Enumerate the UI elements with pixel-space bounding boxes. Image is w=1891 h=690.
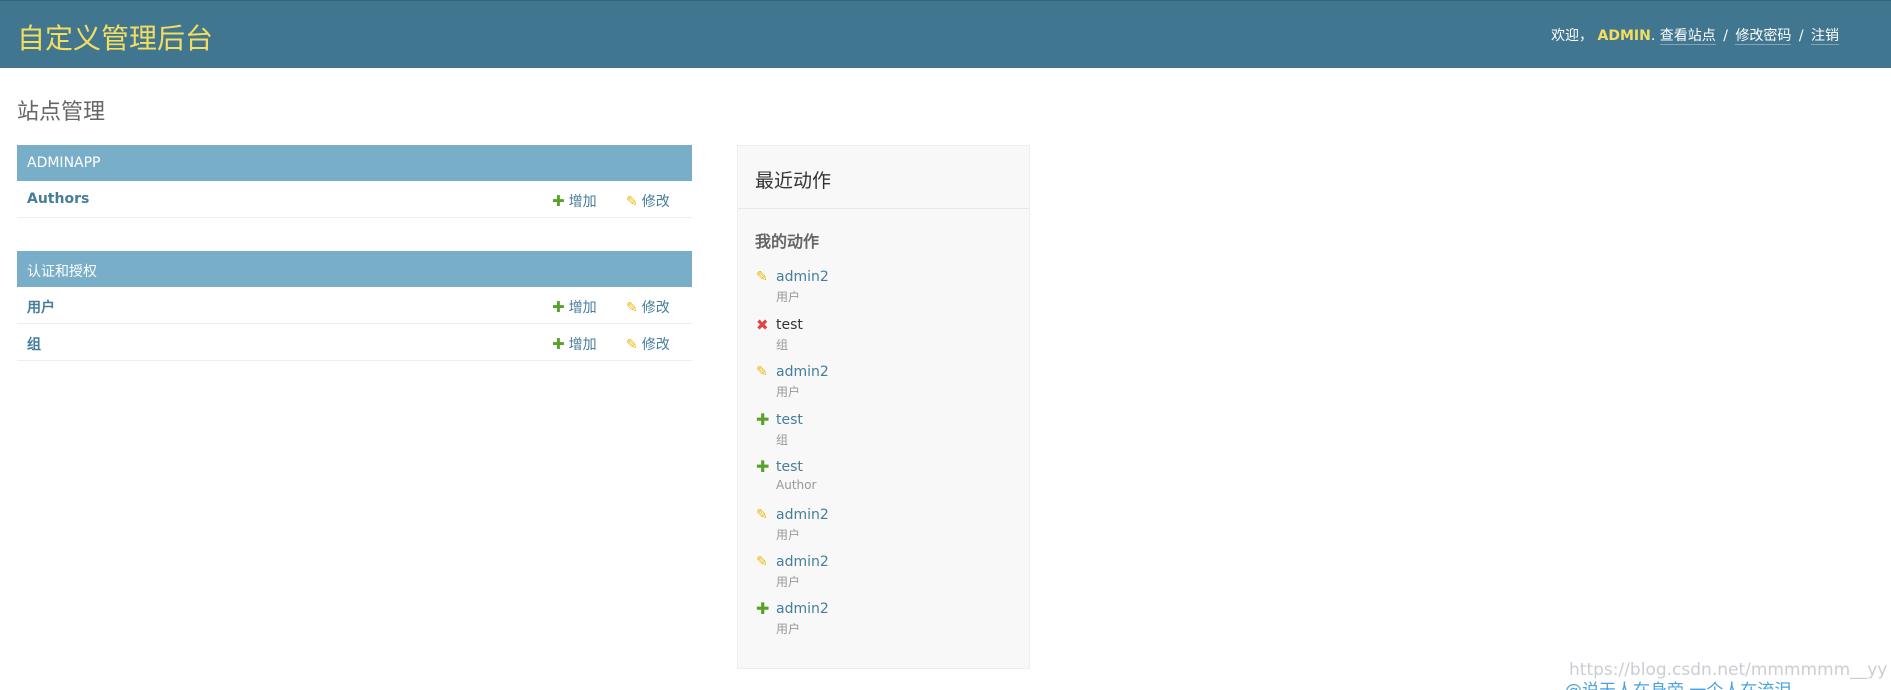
separator: / [1723,28,1728,44]
action-object-link[interactable]: admin2 [776,554,829,570]
table-row: 组 ✚ 增加 ✎ 修改 [17,324,692,361]
add-label: 增加 [568,300,597,316]
plus-icon: ✚ [552,298,565,316]
user-name: ADMIN [1597,28,1651,44]
recent-actions-title: 最近动作 [755,170,832,192]
plus-icon: ✚ [552,192,565,210]
model-link-groups[interactable]: 组 [27,334,41,354]
pencil-icon: ✎ [756,554,768,570]
action-object-type: 用户 [776,385,801,399]
delete-x-icon: ✖ [756,316,769,334]
action-object-type: 用户 [776,528,801,542]
action-object-type: 用户 [776,622,801,636]
action-object-type: 组 [776,338,789,352]
list-item: ✎ admin2 用户 [756,507,1016,547]
change-label: 修改 [641,300,670,316]
site-branding[interactable]: 自定义管理后台 [17,17,213,57]
action-object-link[interactable]: test [776,459,803,475]
module-caption[interactable]: ADMINAPP [17,145,692,181]
divider [738,208,1029,209]
logout-link[interactable]: 注销 [1811,28,1839,45]
pencil-icon: ✎ [756,364,768,380]
recent-actions-panel: 最近动作 我的动作 ✎ admin2 用户 ✖ test 组 ✎ admin2 … [737,145,1030,669]
pencil-icon: ✎ [626,337,638,353]
list-item: ✎ admin2 用户 [756,269,1016,309]
list-item: ✚ admin2 用户 [756,601,1016,641]
welcome-text: 欢迎， [1551,28,1594,44]
change-label: 修改 [641,337,670,353]
change-label: 修改 [641,194,670,210]
watermark-caption: @说天人在身旁 一个人在流泪 [1565,676,1791,690]
model-link-authors[interactable]: Authors [27,191,89,207]
list-item: ✚ test Author [756,459,1016,499]
add-label: 增加 [568,337,597,353]
module-auth: 认证和授权 用户 ✚ 增加 ✎ 修改 组 ✚ 增加 ✎ 修改 [17,251,692,361]
list-item: ✖ test 组 [756,317,1016,357]
plus-icon: ✚ [552,335,565,353]
change-link[interactable]: ✎ 修改 [626,334,670,354]
table-row: 用户 ✚ 增加 ✎ 修改 [17,287,692,324]
page-title: 站点管理 [17,100,106,125]
action-object-type: 组 [776,433,789,447]
action-object-type: 用户 [776,575,801,589]
action-object-link[interactable]: admin2 [776,601,829,617]
action-object-type: Author [776,478,817,492]
table-row: Authors ✚ 增加 ✎ 修改 [17,181,692,218]
add-link[interactable]: ✚ 增加 [552,334,597,354]
module-caption[interactable]: 认证和授权 [17,251,692,287]
plus-icon: ✚ [756,410,770,429]
header-bar: 自定义管理后台 欢迎， ADMIN. 查看站点 / 修改密码 / 注销 [0,0,1891,68]
plus-icon: ✚ [756,599,770,618]
action-object-link[interactable]: admin2 [776,269,829,285]
separator: / [1798,28,1804,44]
change-password-link[interactable]: 修改密码 [1735,28,1792,45]
action-object-link[interactable]: test [776,412,803,428]
list-item: ✚ test 组 [756,412,1016,452]
pencil-icon: ✎ [756,507,768,523]
add-label: 增加 [568,194,597,210]
list-item: ✎ admin2 用户 [756,554,1016,594]
action-object-name: test [776,317,803,333]
pencil-icon: ✎ [626,300,638,316]
action-object-link[interactable]: admin2 [776,507,829,523]
plus-icon: ✚ [756,457,770,476]
add-link[interactable]: ✚ 增加 [552,297,597,317]
model-link-users[interactable]: 用户 [27,297,55,317]
change-link[interactable]: ✎ 修改 [626,191,670,211]
action-object-link[interactable]: admin2 [776,364,829,380]
add-link[interactable]: ✚ 增加 [552,191,597,211]
my-actions-title: 我的动作 [755,232,820,251]
action-object-type: 用户 [776,290,801,304]
user-tools: 欢迎， ADMIN. 查看站点 / 修改密码 / 注销 [1551,28,1839,45]
list-item: ✎ admin2 用户 [756,364,1016,404]
module-adminapp: ADMINAPP Authors ✚ 增加 ✎ 修改 [17,145,692,218]
view-site-link[interactable]: 查看站点 [1659,28,1716,45]
pencil-icon: ✎ [626,194,638,210]
change-link[interactable]: ✎ 修改 [626,297,670,317]
pencil-icon: ✎ [756,269,768,285]
